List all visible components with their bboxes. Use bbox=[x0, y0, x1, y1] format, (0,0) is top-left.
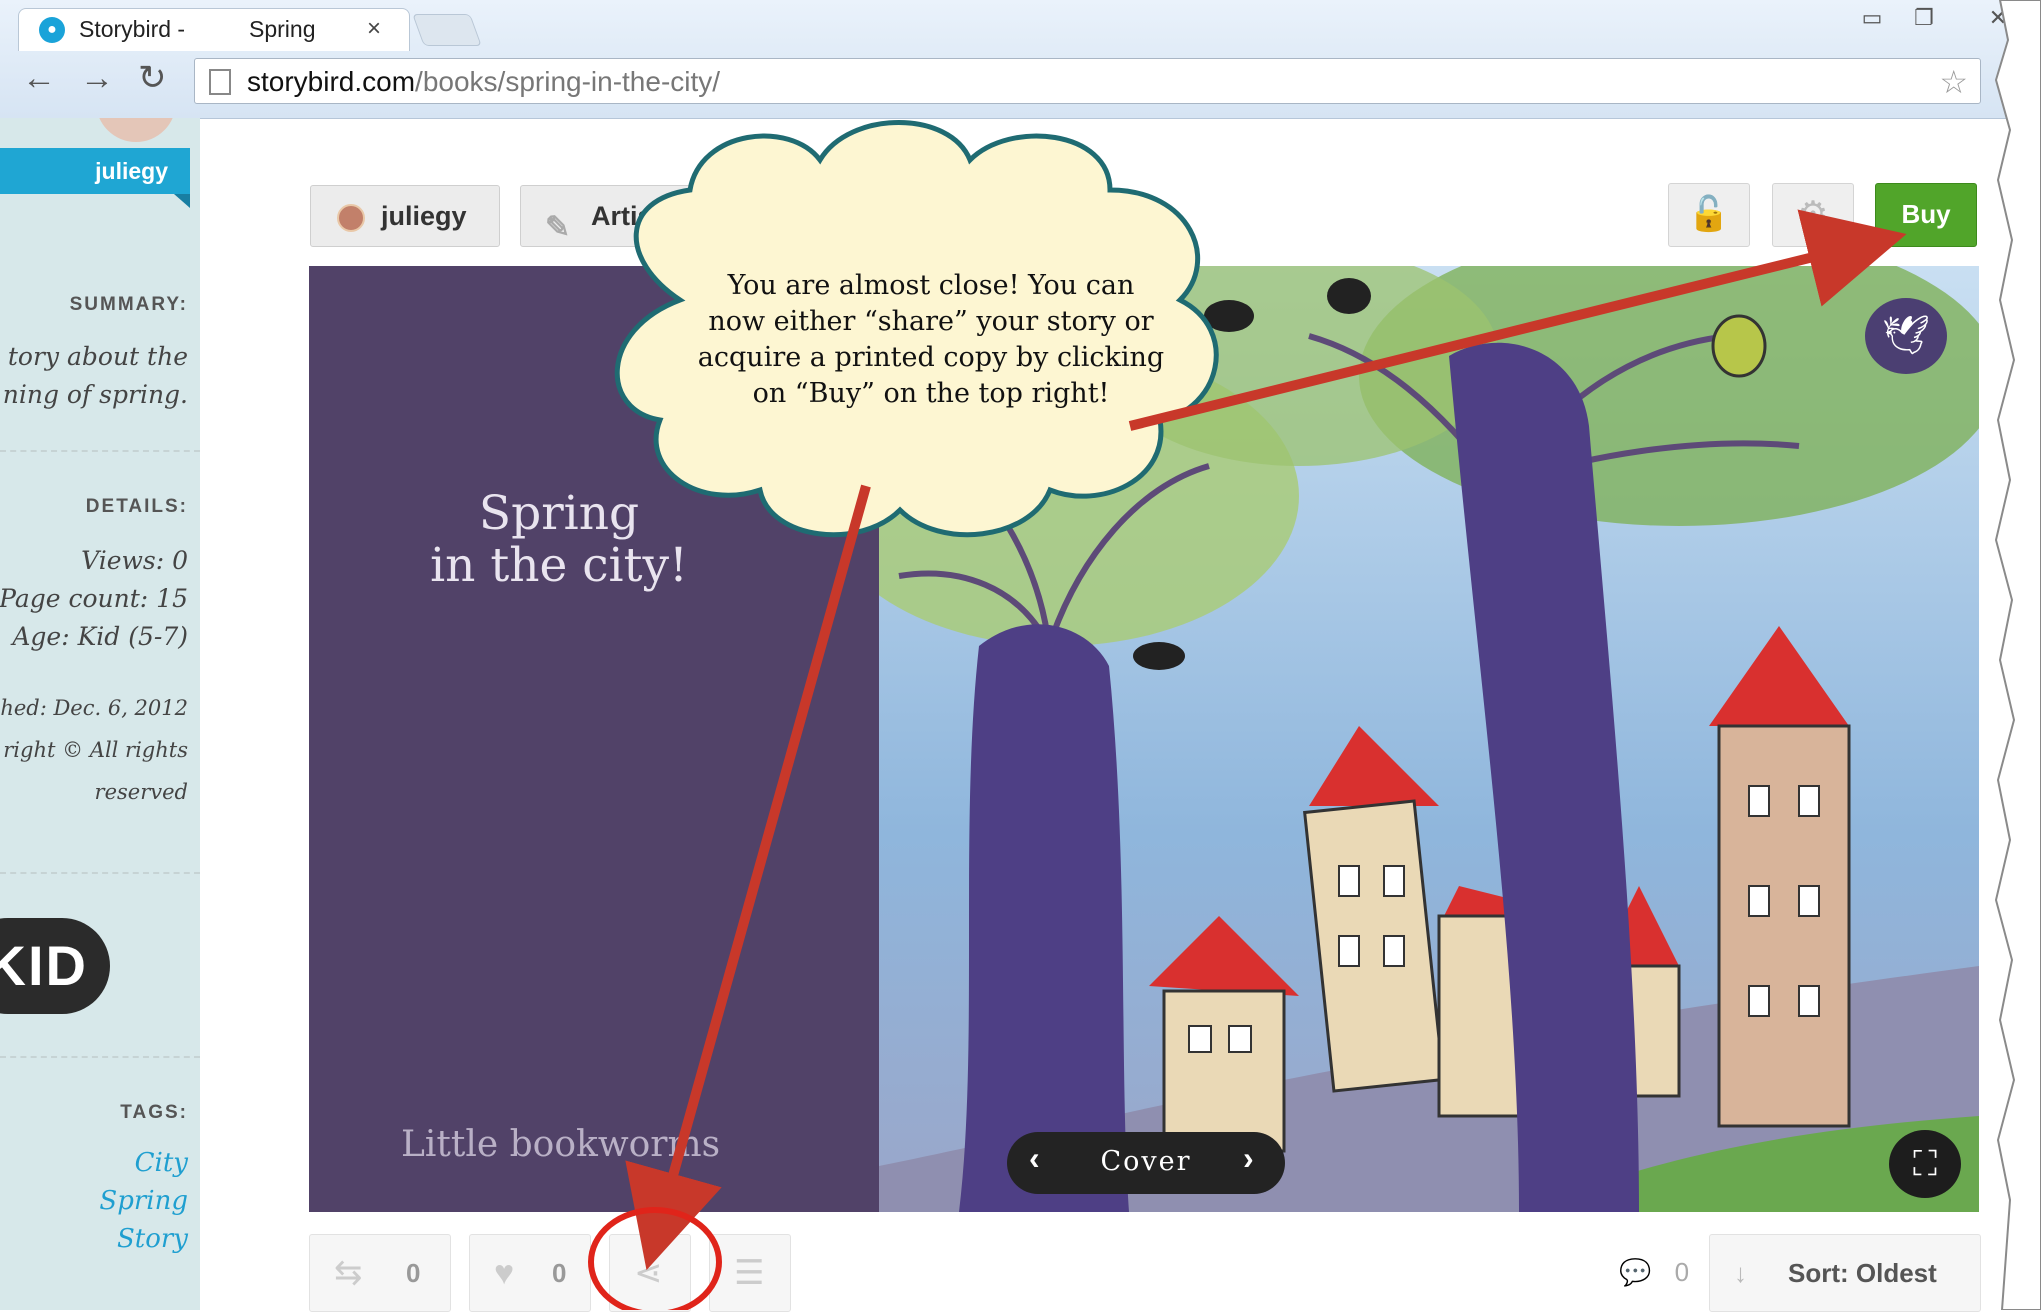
artist-button[interactable]: ✎ Artist bbox=[520, 185, 698, 247]
summary-label: SUMMARY: bbox=[69, 294, 188, 315]
book-publisher: Little bookworms bbox=[401, 1124, 721, 1165]
unlock-icon: 🔓 bbox=[1687, 195, 1731, 233]
new-tab-button[interactable] bbox=[412, 14, 482, 46]
buy-button[interactable]: Buy bbox=[1875, 183, 1977, 247]
restore-icon[interactable]: ❐ bbox=[1902, 4, 1946, 32]
settings-button[interactable]: ⚙ bbox=[1772, 183, 1854, 247]
storybird-logo-icon[interactable]: 🕊 bbox=[1865, 298, 1947, 374]
page-count: Page count: 15 bbox=[0, 584, 188, 613]
tags-label: TAGS: bbox=[120, 1102, 188, 1123]
user-avatar-icon bbox=[337, 204, 365, 232]
unlock-button[interactable]: 🔓 bbox=[1668, 183, 1750, 247]
heart-icon: ♥ bbox=[494, 1254, 515, 1292]
comment-icon: 💬 bbox=[1619, 1257, 1652, 1287]
back-icon[interactable]: ← bbox=[22, 58, 56, 98]
summary-line-2: ning of spring. bbox=[2, 380, 188, 409]
bookmark-star-icon[interactable]: ☆ bbox=[1939, 63, 1968, 101]
browser-chrome: ● Storybird - Spring × ▭ ❐ ✕ ← → ↻ story… bbox=[0, 0, 2041, 119]
address-bar[interactable]: storybird.com/books/spring-in-the-city/ … bbox=[194, 58, 1981, 104]
book-sidebar: juliegy SUMMARY: tory about the ning of … bbox=[0, 118, 200, 1310]
sort-button[interactable]: ↓ Sort: Oldest bbox=[1709, 1234, 1981, 1312]
divider bbox=[0, 872, 200, 874]
divider bbox=[0, 450, 200, 452]
copyright-line-1: right © All rights bbox=[3, 738, 188, 762]
pencil-icon: ✎ bbox=[545, 211, 571, 244]
storybird-favicon-icon: ● bbox=[39, 17, 65, 43]
favorite-button[interactable]: ♥ 0 bbox=[469, 1234, 591, 1312]
tab-close-icon[interactable]: × bbox=[367, 15, 381, 43]
author-button[interactable]: juliegy bbox=[310, 185, 500, 247]
reload-icon[interactable]: ↻ bbox=[138, 58, 167, 98]
annotation-callout-text: You are almost close! You can now either… bbox=[697, 270, 1165, 409]
avatar[interactable] bbox=[96, 118, 176, 142]
url-text: storybird.com/books/spring-in-the-city/ bbox=[247, 66, 721, 97]
fullscreen-icon[interactable]: ⛶ bbox=[1889, 1130, 1961, 1198]
torn-edge bbox=[1994, 0, 2041, 1310]
browser-tab[interactable]: ● Storybird - Spring × bbox=[18, 8, 410, 51]
remix-icon: ⇆ bbox=[334, 1254, 363, 1292]
book-actions-bar: ⇆ 0 ♥ 0 ⋖ ☰ 💬 0 ↓ Sort: Oldest bbox=[309, 1234, 1981, 1312]
gear-icon: ⚙ bbox=[1797, 195, 1829, 233]
username-ribbon[interactable]: juliegy bbox=[0, 148, 190, 208]
page-navigator: ‹ Cover › bbox=[1007, 1132, 1285, 1194]
kid-badge: KID bbox=[0, 918, 110, 1014]
age-range: Age: Kid (5-7) bbox=[12, 622, 188, 651]
forward-icon[interactable]: → bbox=[80, 58, 114, 98]
book-title: Spring in the city! bbox=[430, 486, 688, 593]
list-icon: ☰ bbox=[734, 1254, 765, 1292]
divider bbox=[0, 1056, 200, 1058]
share-button[interactable]: ⋖ bbox=[609, 1234, 691, 1312]
published-date: hed: Dec. 6, 2012 bbox=[0, 696, 188, 720]
tag-link[interactable]: City bbox=[135, 1148, 188, 1178]
next-page-icon[interactable]: › bbox=[1243, 1140, 1254, 1177]
tag-link[interactable]: Spring bbox=[99, 1186, 188, 1216]
menu-button[interactable]: ☰ bbox=[709, 1234, 791, 1312]
summary-line-1: tory about the bbox=[7, 342, 188, 371]
sort-arrow-icon: ↓ bbox=[1734, 1258, 1747, 1288]
copyright-line-2: reserved bbox=[94, 780, 188, 804]
tab-title-suffix: Spring bbox=[249, 16, 316, 42]
tab-title: Storybird - bbox=[79, 16, 186, 42]
tag-link[interactable]: Story bbox=[117, 1224, 188, 1254]
page-icon bbox=[209, 69, 231, 95]
minimize-icon[interactable]: ▭ bbox=[1850, 4, 1894, 32]
views-count: Views: 0 bbox=[81, 546, 188, 575]
remix-button[interactable]: ⇆ 0 bbox=[309, 1234, 451, 1312]
share-icon: ⋖ bbox=[634, 1254, 663, 1292]
details-label: DETAILS: bbox=[85, 496, 188, 517]
comment-count[interactable]: 💬 0 bbox=[1619, 1234, 1689, 1310]
